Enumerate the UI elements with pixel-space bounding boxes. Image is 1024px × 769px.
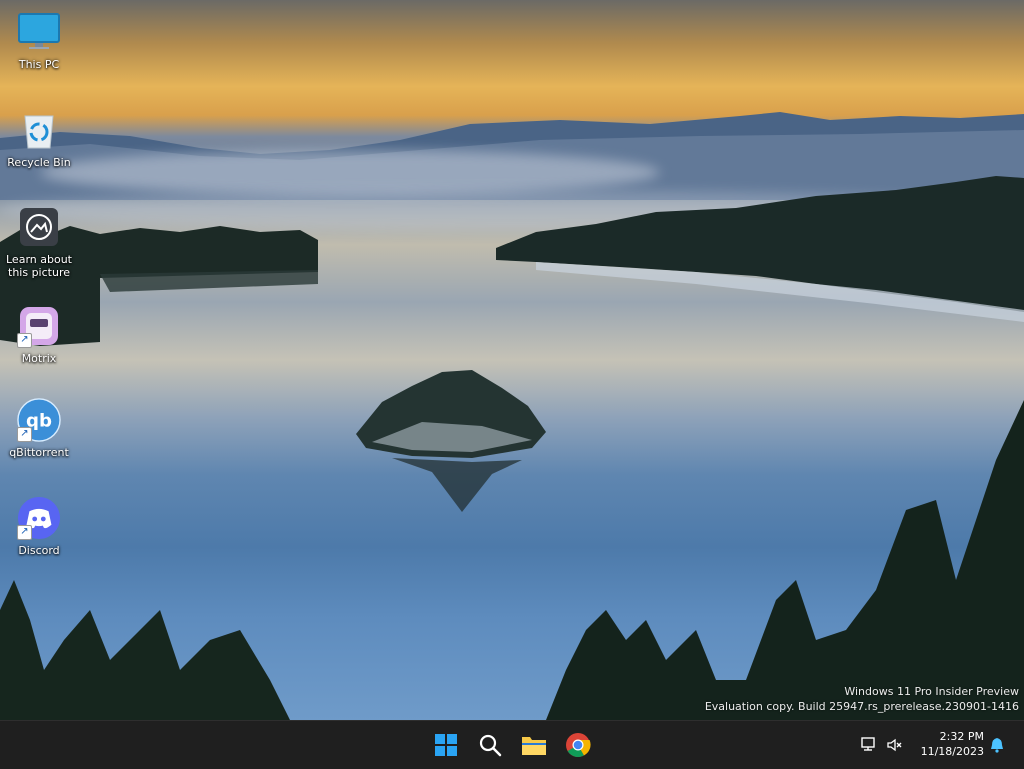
network-icon <box>861 737 875 751</box>
qbittorrent-icon: qb ↗ <box>17 398 61 442</box>
desktop-icon-label: Discord <box>18 544 60 557</box>
monitor-icon <box>17 10 61 54</box>
desktop-icon-recycle-bin[interactable]: Recycle Bin <box>4 108 74 169</box>
clock-date: 11/18/2023 <box>920 745 984 758</box>
desktop-icon-motrix[interactable]: ↗ Motrix <box>4 304 74 365</box>
shortcut-arrow-icon: ↗ <box>17 525 32 540</box>
notifications-button[interactable] <box>986 727 1008 763</box>
discord-icon: ↗ <box>17 496 61 540</box>
watermark-line-build: Evaluation copy. Build 25947.rs_prerelea… <box>704 700 1019 713</box>
chrome-icon <box>566 733 591 758</box>
volume-muted-icon <box>887 738 902 752</box>
shortcut-arrow-icon: ↗ <box>17 427 32 442</box>
recycle-bin-icon <box>17 108 61 152</box>
desktop-icon-qbittorrent[interactable]: qb ↗ qBittorrent <box>4 398 74 459</box>
watermark-line-edition: Windows 11 Pro Insider Preview <box>844 685 1019 698</box>
wallpaper-island <box>356 370 546 512</box>
bell-icon <box>991 738 1003 753</box>
start-button[interactable] <box>428 727 464 763</box>
volume-button[interactable] <box>884 727 906 763</box>
file-explorer-button[interactable] <box>516 727 552 763</box>
shortcut-arrow-icon: ↗ <box>17 333 32 348</box>
clock-time: 2:32 PM <box>939 730 984 743</box>
desktop-icon-this-pc[interactable]: This PC <box>4 10 74 71</box>
wallpaper-bottom-left-trees <box>0 580 290 720</box>
desktop-icon-label: This PC <box>18 58 60 71</box>
wallpaper-bottom-right-trees <box>546 400 1024 720</box>
desktop-icon-label: Learn about this picture <box>6 253 72 279</box>
camera-icon <box>17 205 61 249</box>
desktop-icon-label: qBittorrent <box>9 446 69 459</box>
search-icon <box>479 734 502 757</box>
evaluation-watermark: Windows 11 Pro Insider Preview Evaluatio… <box>705 684 1019 714</box>
desktop-icon-discord[interactable]: ↗ Discord <box>4 496 74 557</box>
network-status-button[interactable] <box>858 727 880 763</box>
desktop-icon-learn-about-picture[interactable]: Learn about this picture <box>4 205 74 279</box>
motrix-icon: ↗ <box>17 304 61 348</box>
desktop-icon-label: Recycle Bin <box>7 156 71 169</box>
desktop[interactable]: This PC Recycle Bin Learn about this pic… <box>0 0 1024 720</box>
taskbar-clock[interactable]: 2:32 PM 11/18/2023 <box>921 729 984 759</box>
chrome-button[interactable] <box>560 727 596 763</box>
taskbar[interactable]: 2:32 PM 11/18/2023 <box>0 720 1024 769</box>
search-button[interactable] <box>472 727 508 763</box>
start-icon <box>435 734 457 756</box>
file-explorer-icon <box>522 737 546 755</box>
desktop-icon-label: Motrix <box>21 352 57 365</box>
wallpaper-right-forest <box>496 176 1024 322</box>
